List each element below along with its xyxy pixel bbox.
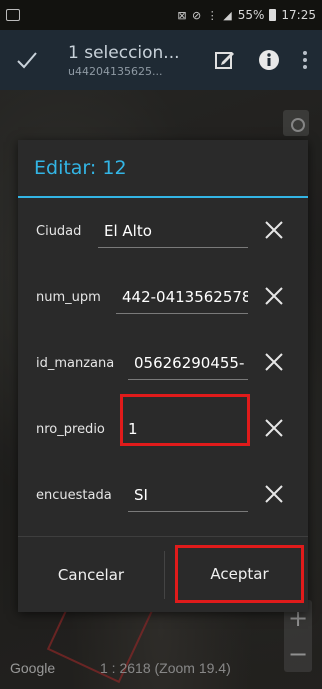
clear-icon[interactable] (262, 218, 286, 242)
action-bar: 1 seleccion... u44204135625... (0, 30, 322, 90)
field-label: num_upm (36, 290, 101, 305)
accept-button[interactable]: Aceptar (175, 545, 304, 603)
selection-subtitle: u44204135625... (68, 64, 163, 78)
cancel-button[interactable]: Cancelar (18, 537, 164, 613)
overflow-menu-icon[interactable] (302, 49, 308, 71)
selection-title: 1 seleccion... (68, 42, 180, 63)
encuestada-input[interactable]: SI (128, 478, 248, 512)
notification-icon (6, 9, 20, 21)
button-divider (164, 551, 165, 599)
field-label: id_manzana (36, 356, 115, 371)
battery-icon (269, 9, 277, 21)
field-label: encuestada (36, 488, 112, 503)
field-row-ciudad: Ciudad El Alto (18, 202, 308, 262)
battery-percent: 55% (237, 8, 265, 22)
clock: 17:25 (281, 8, 316, 22)
num-upm-input[interactable]: 442-0413562578 (116, 280, 248, 314)
check-icon[interactable] (14, 47, 40, 73)
selection-title-block: 1 seleccion... u44204135625... (68, 43, 188, 78)
edit-dialog: Editar: 12 Ciudad El Alto num_upm 442-04… (18, 140, 308, 612)
clear-icon[interactable] (262, 482, 286, 506)
id-manzana-input[interactable]: 05626290455- (128, 346, 248, 380)
clear-icon[interactable] (262, 350, 286, 374)
nro-predio-input[interactable]: 1 (122, 412, 248, 446)
dialog-button-bar: Cancelar Aceptar (18, 536, 308, 612)
field-row-encuestada: encuestada SI (18, 466, 308, 526)
clear-icon[interactable] (262, 284, 286, 308)
info-icon[interactable] (258, 49, 280, 71)
clear-icon[interactable] (262, 416, 286, 440)
field-label: Ciudad (36, 224, 82, 239)
field-row-num-upm: num_upm 442-0413562578 (18, 268, 308, 328)
field-row-nro-predio: nro_predio 1 (18, 400, 308, 460)
edit-icon[interactable] (214, 49, 236, 71)
status-bar: ⊠ ⊘ ⋮ ◢ 55% 17:25 (0, 0, 322, 30)
field-label: nro_predio (36, 422, 105, 437)
field-row-id-manzana: id_manzana 05626290455- (18, 334, 308, 394)
signal-icons: ⊠ ⊘ ⋮ ◢ (177, 8, 233, 22)
ciudad-input[interactable]: El Alto (98, 214, 248, 248)
dialog-title: Editar: 12 (18, 140, 308, 198)
